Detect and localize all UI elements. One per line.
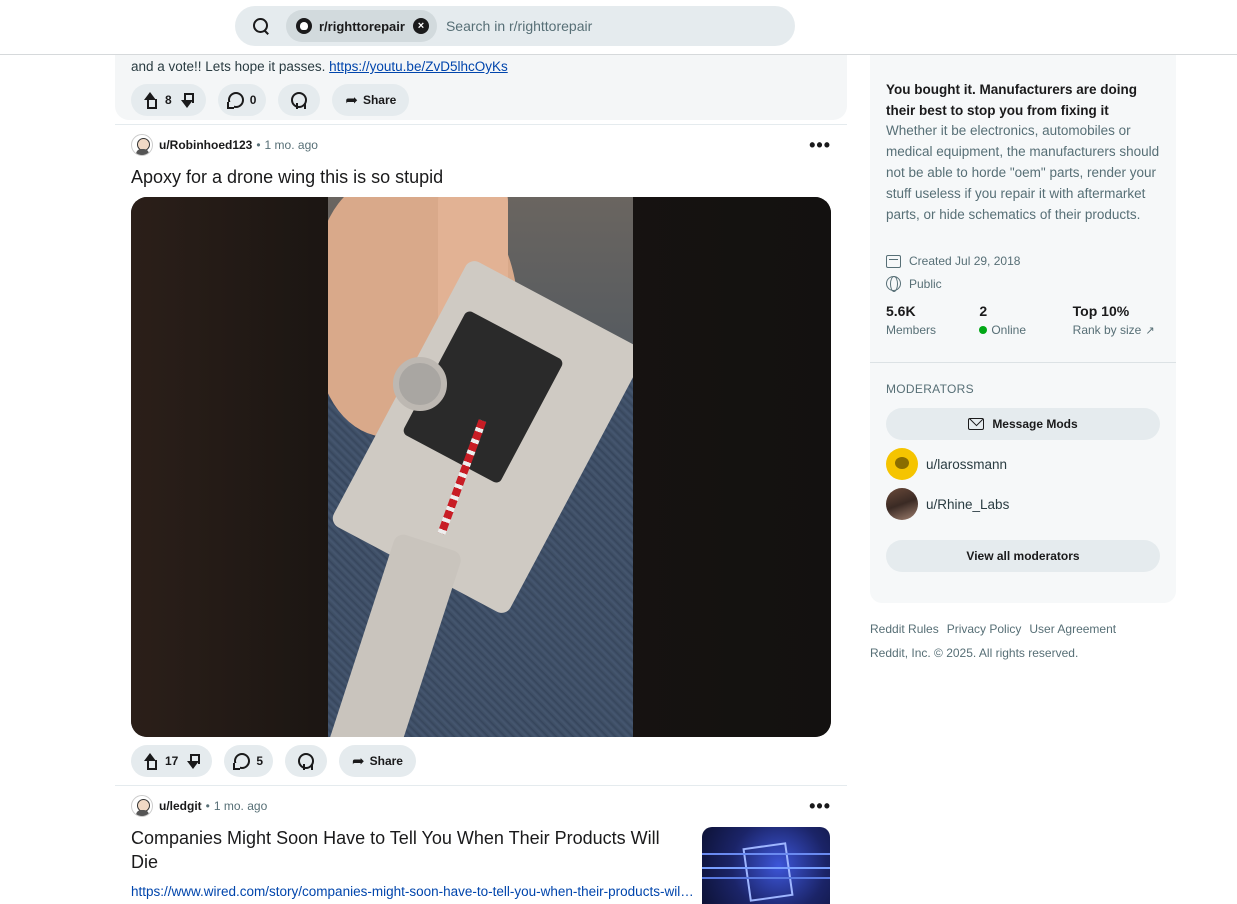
post-meta: u/Robinhoed123 • 1 mo. ago xyxy=(131,134,318,156)
award-icon xyxy=(291,92,308,109)
share-label: Share xyxy=(362,93,397,107)
stat-rank[interactable]: Top 10% Rank by size ↗ xyxy=(1073,303,1166,337)
post-divider xyxy=(115,785,847,786)
post-link[interactable]: https://www.wired.com/story/companies-mi… xyxy=(131,884,696,899)
post-divider xyxy=(115,124,847,125)
upvote-icon[interactable] xyxy=(141,91,159,109)
comments-button[interactable]: 5 xyxy=(224,745,274,777)
share-icon: ➦ xyxy=(345,91,358,109)
community-filter-chip[interactable]: r/righttorepair × xyxy=(286,10,437,42)
downvote-icon[interactable] xyxy=(178,91,196,109)
post-thumbnail[interactable] xyxy=(702,827,830,904)
share-icon: ➦ xyxy=(352,752,365,770)
visibility: Public xyxy=(886,276,942,292)
post-image[interactable] xyxy=(131,197,831,737)
globe-icon xyxy=(886,276,901,292)
avatar xyxy=(886,448,918,480)
top-header: r/righttorepair × Search in r/righttorep… xyxy=(0,0,1237,55)
community-avatar-icon xyxy=(296,18,312,34)
footer-link-privacy[interactable]: Privacy Policy xyxy=(947,622,1022,636)
view-all-moderators-button[interactable]: View all moderators xyxy=(886,540,1160,572)
post-title[interactable]: Apoxy for a drone wing this is so stupid xyxy=(131,165,443,189)
message-mods-button[interactable]: Message Mods xyxy=(886,408,1160,440)
stat-value: Top 10% xyxy=(1072,303,1130,319)
vote-control: 17 xyxy=(131,745,213,777)
comment-count: 5 xyxy=(256,754,264,768)
post-age: 1 mo. ago xyxy=(264,138,318,152)
stat-value: 5.6K xyxy=(886,303,916,319)
online-indicator-icon xyxy=(979,326,988,334)
moderator-item[interactable]: u/Rhine_Labs xyxy=(886,488,1009,520)
community-stats: 5.6K Members 2 Online Top 10% Rank by si… xyxy=(886,303,1166,337)
created-date: Created Jul 29, 2018 xyxy=(886,254,1020,268)
comment-icon xyxy=(233,753,251,770)
search-bar[interactable]: r/righttorepair × Search in r/righttorep… xyxy=(235,6,795,46)
external-link-icon: ↗ xyxy=(1145,324,1155,337)
copyright: Reddit, Inc. © 2025. All rights reserved… xyxy=(870,646,1079,660)
community-sidebar: You bought it. Manufacturers are doing t… xyxy=(870,55,1176,603)
vote-count: 8 xyxy=(165,93,172,107)
avatar[interactable] xyxy=(131,795,153,817)
stat-label: Members xyxy=(886,323,937,337)
mail-icon xyxy=(968,418,985,430)
downvote-icon[interactable] xyxy=(184,752,202,770)
more-options-icon[interactable]: ••• xyxy=(809,135,831,156)
award-button[interactable] xyxy=(278,84,321,116)
stat-members: 5.6K Members xyxy=(886,303,979,337)
moderator-name: u/Rhine_Labs xyxy=(926,496,1010,512)
share-button[interactable]: ➦ Share xyxy=(332,84,410,116)
comment-count: 0 xyxy=(249,93,257,107)
stat-value: 2 xyxy=(979,303,988,319)
stat-label: Rank by size xyxy=(1072,323,1142,337)
visibility-label: Public xyxy=(909,276,942,291)
stat-label: Online xyxy=(991,323,1027,337)
comments-button[interactable]: 0 xyxy=(217,84,267,116)
community-chip-label: r/righttorepair xyxy=(319,18,405,34)
post-actions: 17 5 ➦ Share xyxy=(131,745,428,777)
vote-count: 17 xyxy=(165,754,179,768)
clear-chip-icon[interactable]: × xyxy=(412,18,429,34)
footer-link-agreement[interactable]: User Agreement xyxy=(1029,622,1116,636)
search-icon xyxy=(252,17,270,35)
post-author[interactable]: u/ledgit xyxy=(159,799,202,813)
post-body-link[interactable]: https://youtu.be/ZvD5lhcOyKs xyxy=(329,59,508,74)
more-options-icon[interactable]: ••• xyxy=(809,796,831,817)
share-button[interactable]: ➦ Share xyxy=(339,745,416,777)
upvote-icon[interactable] xyxy=(141,752,159,770)
meta-separator: • xyxy=(256,138,261,152)
stat-online: 2 Online xyxy=(979,303,1072,337)
avatar xyxy=(886,488,918,520)
moderator-item[interactable]: u/larossmann xyxy=(886,448,1007,480)
cake-icon xyxy=(886,254,901,268)
meta-separator: • xyxy=(205,799,210,813)
post-card[interactable]: and a vote!! Lets hope it passes. https:… xyxy=(115,55,847,120)
post-body-text: and a vote!! Lets hope it passes. https:… xyxy=(131,59,508,74)
view-all-label: View all moderators xyxy=(966,549,1080,563)
search-input[interactable]: Search in r/righttorepair xyxy=(446,18,592,34)
moderators-heading: MODERATORS xyxy=(886,382,974,396)
community-title: You bought it. Manufacturers are doing t… xyxy=(886,82,1138,118)
moderator-name: u/larossmann xyxy=(926,456,1008,472)
community-description: Whether it be electronics, automobiles o… xyxy=(886,123,1160,222)
avatar[interactable] xyxy=(131,134,153,156)
post-title[interactable]: Companies Might Soon Have to Tell You Wh… xyxy=(131,826,681,874)
award-icon xyxy=(298,753,315,770)
created-label: Created Jul 29, 2018 xyxy=(909,254,1021,268)
post-actions: 8 0 ➦ Share xyxy=(131,84,421,116)
message-mods-label: Message Mods xyxy=(992,417,1078,431)
post-body-prefix: and a vote!! Lets hope it passes. xyxy=(131,59,330,74)
footer-link-rules[interactable]: Reddit Rules xyxy=(870,622,939,636)
post-age: 1 mo. ago xyxy=(213,799,268,813)
post-meta: u/ledgit • 1 mo. ago xyxy=(131,795,267,817)
sidebar-divider xyxy=(870,362,1176,363)
award-button[interactable] xyxy=(285,745,328,777)
drone-wing-photo xyxy=(328,197,633,737)
footer-links: Reddit Rules Privacy Policy User Agreeme… xyxy=(870,622,1124,636)
vote-control: 8 xyxy=(131,84,206,116)
comment-icon xyxy=(226,92,244,109)
share-label: Share xyxy=(369,754,403,768)
post-author[interactable]: u/Robinhoed123 xyxy=(159,138,252,152)
